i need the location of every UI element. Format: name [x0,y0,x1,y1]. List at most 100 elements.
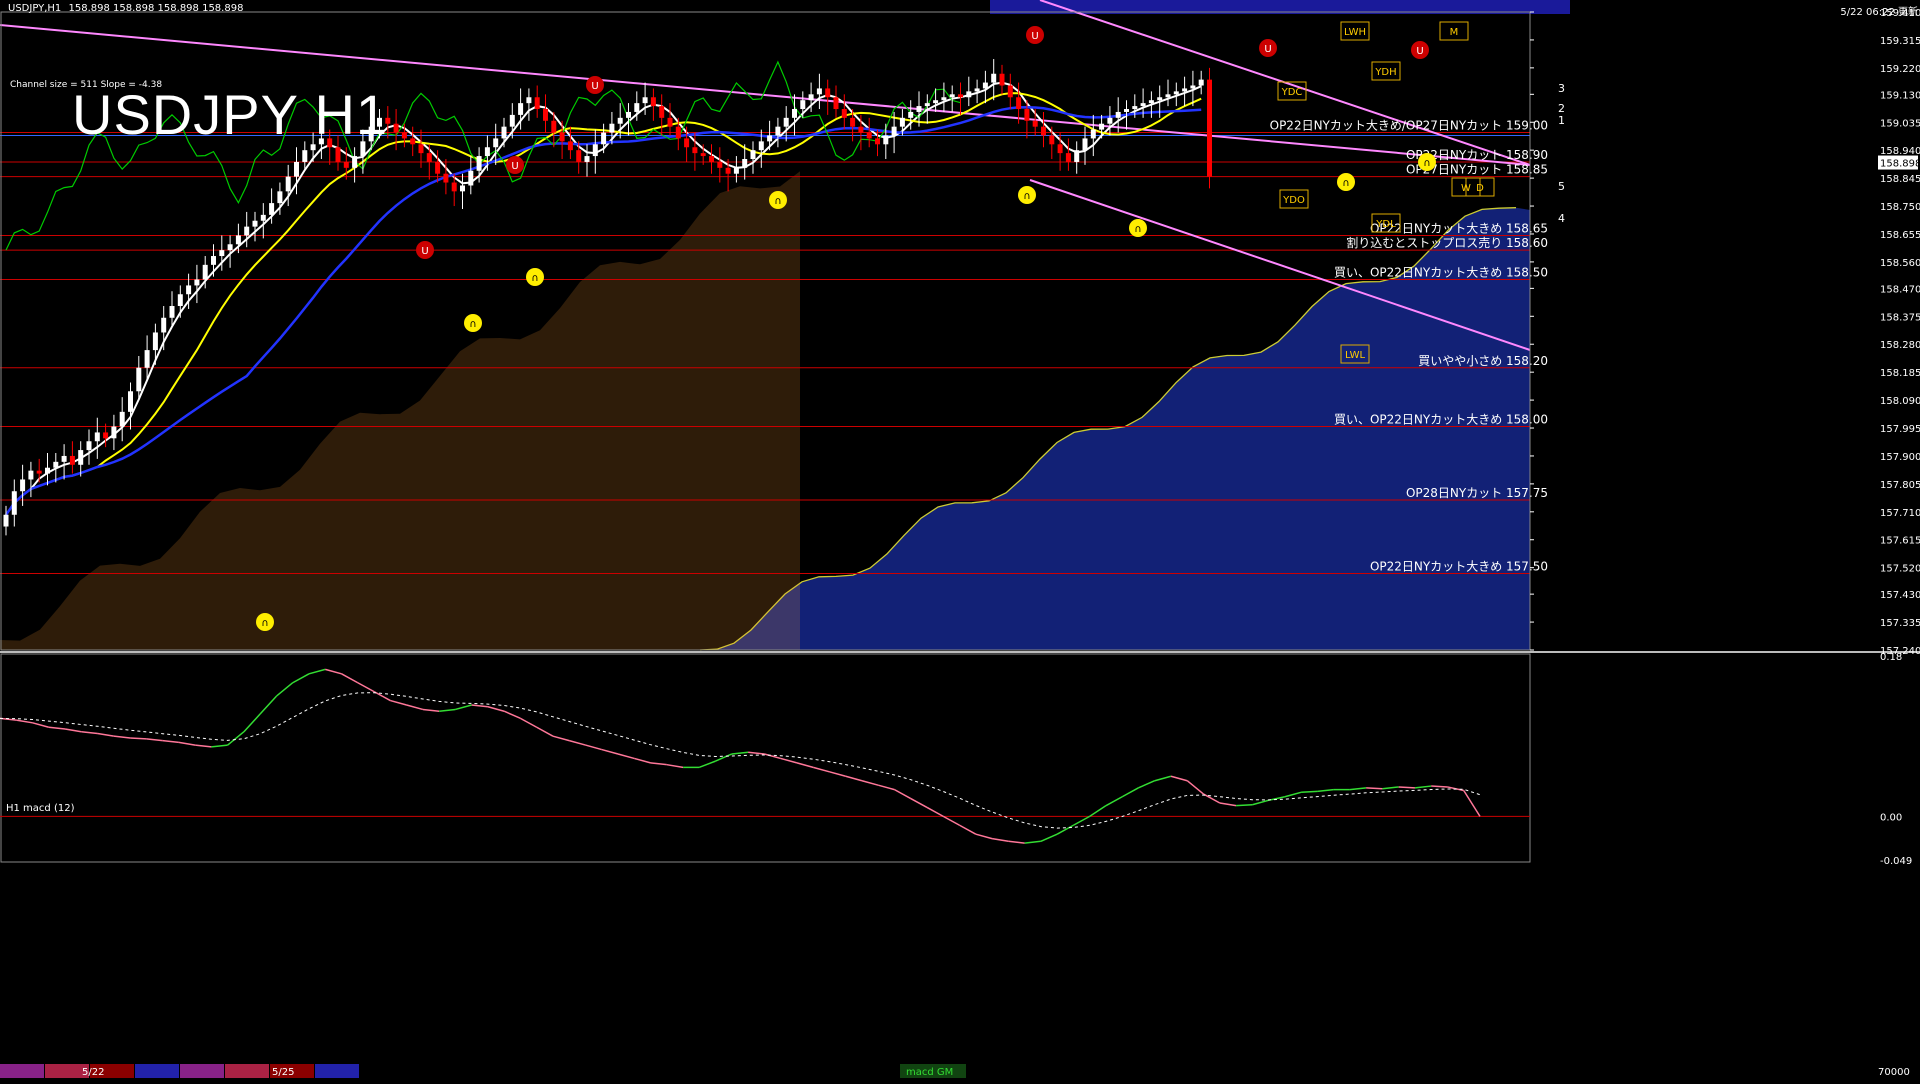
level-label: OP22日NYカット大きめ 158.65 [1370,221,1548,235]
candle-body [443,173,449,183]
fractal-down-glyph: ∩ [1423,158,1430,169]
macd-segment [130,737,147,740]
y-tick-label: 157.995 [1880,424,1920,435]
candle-body [1041,126,1046,136]
fractal-down-glyph: ∩ [261,618,268,629]
marker-text: YDH [1374,67,1396,78]
candle-body [808,94,814,101]
candle-body [36,470,42,474]
symbol-text: USDJPY,H1 [8,3,62,14]
macd-segment [1366,787,1383,790]
candle-body [410,138,416,145]
candle-body [235,235,241,245]
candle-body [435,161,441,174]
candle-body [908,111,914,118]
macd-segment [1317,788,1334,793]
macd-segment [569,739,586,746]
ohlc-text: 158.898 158.898 158.898 158.898 [68,3,244,14]
candle-body [783,117,789,127]
candle-body [69,455,75,465]
marker-text: D [1476,183,1484,194]
candle-body [501,126,507,139]
macd-segment [812,766,830,773]
candle-body [3,514,9,527]
candle-body [1065,153,1071,162]
candle-body [1207,79,1212,177]
fractal-down-glyph: ∩ [531,273,538,284]
candle-body [609,123,615,133]
candle-body [982,82,988,89]
candle-body [800,100,806,110]
candle-body [1182,88,1188,92]
macd-tick-label: 0.00 [1880,812,1902,823]
macd-segment [243,713,261,733]
candle-body [468,170,474,186]
candle-body [169,306,175,318]
macd-segment [292,673,310,684]
y-tick-label: 158.375 [1880,312,1920,323]
candle-body [767,135,773,142]
candle-body [576,150,582,162]
macd-segment [991,837,1009,843]
candle-body [227,244,233,251]
candle-body [20,479,26,492]
macd-segment [1252,799,1269,806]
bottom-date-label: 5/22 [82,1067,104,1078]
level-label: 割り込むとストップロス売り 158.60 [1346,235,1548,250]
macd-segment [1431,785,1448,788]
macd-title: H1 macd (12) [6,803,75,814]
macd-segment [178,741,196,746]
macd-segment [1040,833,1058,842]
candle-body [667,117,673,127]
candle-body [418,144,424,154]
fractal-down-glyph: ∩ [1134,224,1141,235]
candle-body [161,317,167,333]
candle-body [45,467,50,474]
candle-body [343,161,349,168]
macd-segment [48,726,66,730]
macd-segment [1170,775,1188,782]
bottom-bar: 5/22 5/25 macd GM 70000 [0,1062,1920,1080]
candle-body [592,144,598,157]
macd-segment [16,719,33,724]
macd-segment [227,731,245,746]
candle-body [1090,129,1096,139]
candle-body [899,117,905,127]
marker-box: YDH [1371,61,1401,81]
candle-body [567,141,573,151]
candle-body [526,97,532,104]
macd-segment [796,762,814,769]
candle-body [742,159,748,168]
candle-body [916,106,922,112]
candle-body [966,91,972,98]
candle-body [642,97,648,104]
candle-body [717,161,723,168]
candle-body [675,126,681,139]
fractal-up-glyph: U [421,246,428,257]
macd-signal-line [0,692,1481,829]
candle-body [750,150,756,160]
fractal-up-glyph: U [591,81,598,92]
current-price-text: 158.898 [1880,159,1920,170]
chart-root[interactable]: OP22日NYカット大きめ/OP27日NYカット 159.00 OP22日NYカッ… [0,0,1920,1080]
macd-tab-label: macd GM [906,1067,953,1078]
candle-body [493,138,499,148]
candle-body [103,432,109,439]
marker-box: YDO [1279,189,1309,209]
chart-svg[interactable]: OP22日NYカット大きめ/OP27日NYカット 159.00 OP22日NYカッ… [0,0,1920,1080]
y-tick-label: 157.520 [1880,564,1920,575]
fractal-up-glyph: U [1416,46,1423,57]
level-label: 買い、OP22日NYカット大きめ 158.00 [1334,413,1548,427]
candle-body [451,182,457,192]
candle-body [194,279,200,286]
y-tick-label: 159.130 [1880,90,1920,101]
candle-body [924,103,930,107]
marker-text: YDO [1282,195,1305,206]
macd-segment [32,722,49,728]
candle-body [1198,79,1204,86]
y-tick-label: 157.805 [1880,480,1920,491]
candle-body [933,100,939,104]
macd-segment [308,668,326,675]
macd-segment [748,751,765,755]
macd-segment [959,824,977,835]
